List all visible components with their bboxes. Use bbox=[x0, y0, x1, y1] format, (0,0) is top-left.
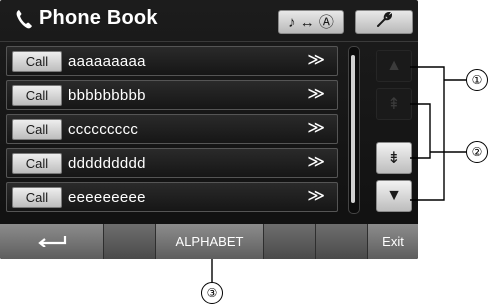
callout-lines bbox=[211, 66, 466, 282]
callout-3-label: ③ bbox=[201, 282, 223, 304]
callout-2-label: ② bbox=[466, 141, 488, 163]
callout-1-label: ① bbox=[466, 69, 488, 91]
